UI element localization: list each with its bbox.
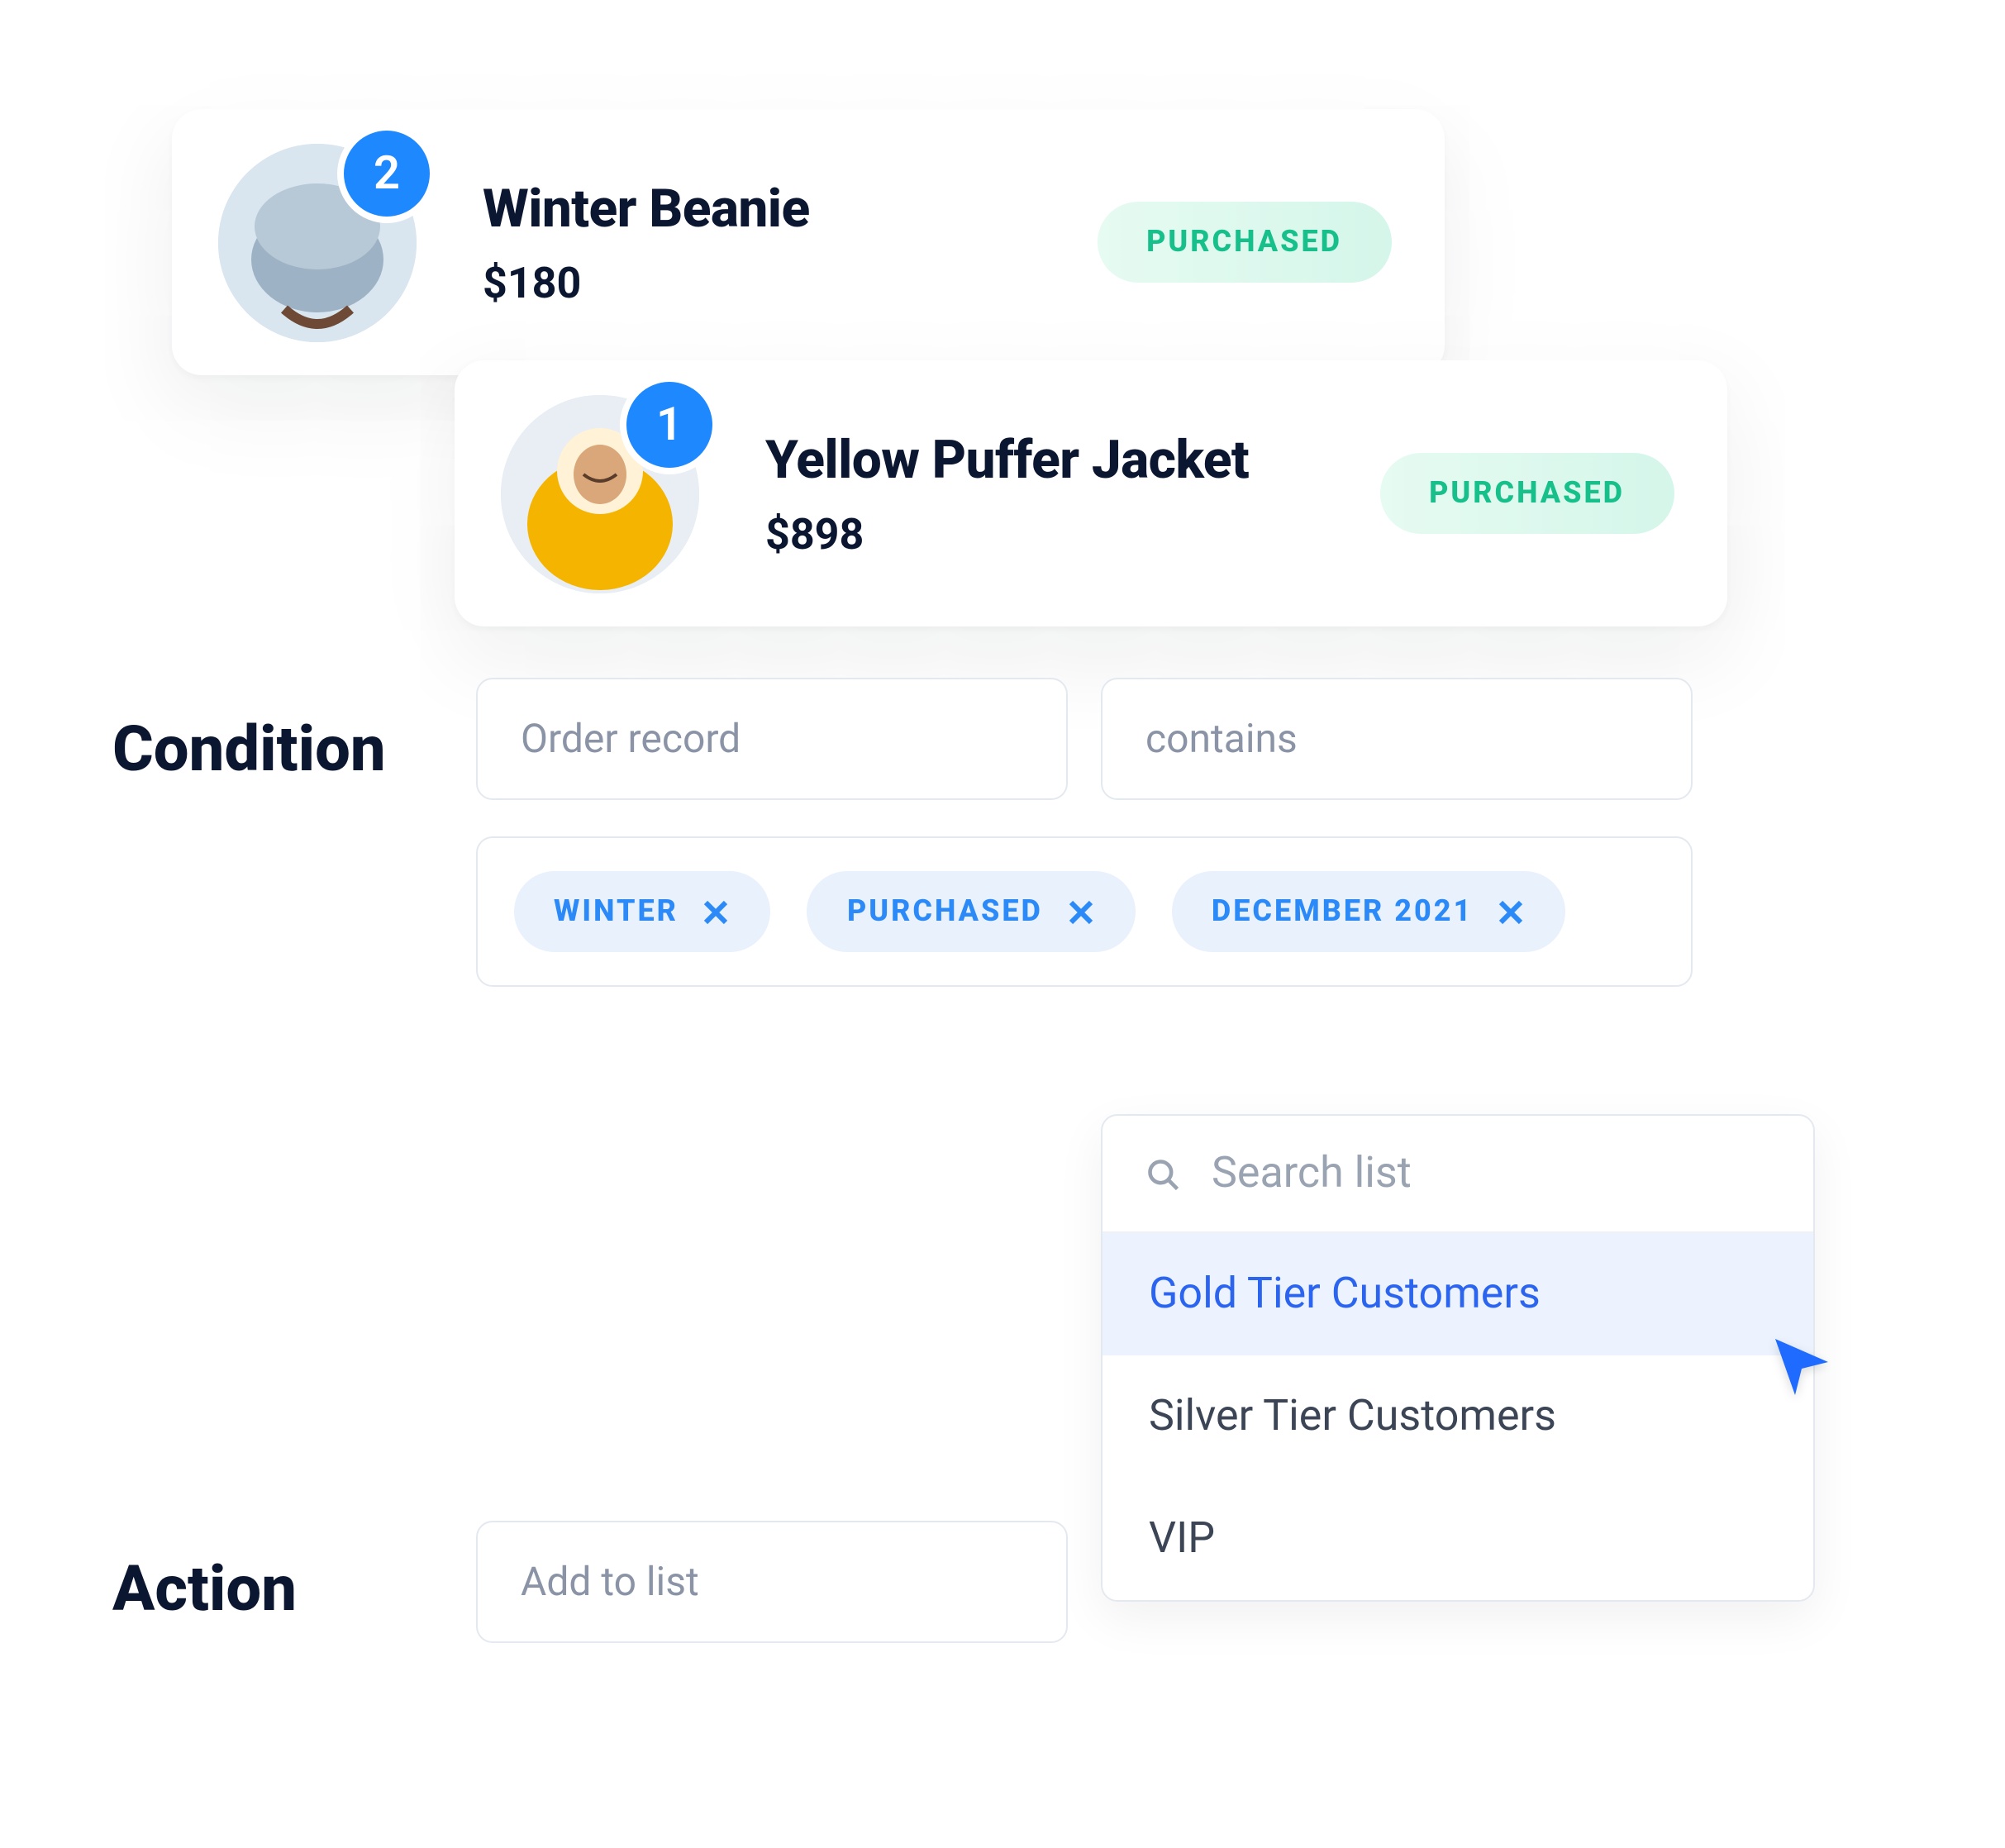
select-value: Order record <box>521 716 741 762</box>
list-dropdown[interactable]: Search list Gold Tier Customers Silver T… <box>1101 1114 1815 1602</box>
tag-label: DECEMBER 2021 <box>1212 894 1473 929</box>
filter-tag-purchased[interactable]: PURCHASED <box>807 871 1136 952</box>
product-price: $898 <box>765 510 1379 560</box>
product-meta: Winter Beanie $180 <box>483 176 1097 308</box>
product-card: 2 Winter Beanie $180 PURCHASED <box>172 109 1445 375</box>
select-value: Add to list <box>521 1559 699 1605</box>
status-badge: PURCHASED <box>1097 202 1392 283</box>
filter-tag-december-2021[interactable]: DECEMBER 2021 <box>1172 871 1565 952</box>
tag-label: WINTER <box>554 894 679 929</box>
search-placeholder: Search list <box>1212 1149 1412 1198</box>
status-badge: PURCHASED <box>1379 453 1674 534</box>
product-title: Winter Beanie <box>483 176 1097 239</box>
close-icon[interactable] <box>1496 897 1526 926</box>
cursor-pointer-icon <box>1769 1332 1835 1398</box>
action-label: Action <box>112 1554 297 1627</box>
condition-operator-select[interactable]: contains <box>1101 678 1693 800</box>
tag-label: PURCHASED <box>847 894 1043 929</box>
product-title: Yellow Puffer Jacket <box>765 427 1379 490</box>
condition-tags-container[interactable]: WINTER PURCHASED DECEMBER 2021 <box>476 836 1693 987</box>
search-icon <box>1145 1155 1182 1192</box>
action-select[interactable]: Add to list <box>476 1521 1068 1643</box>
product-avatar-wrap: 1 <box>501 394 699 593</box>
product-meta: Yellow Puffer Jacket $898 <box>765 427 1379 560</box>
dropdown-item-gold-tier[interactable]: Gold Tier Customers <box>1103 1233 1813 1355</box>
product-count-badge: 2 <box>344 130 430 216</box>
dropdown-search-row[interactable]: Search list <box>1103 1116 1813 1233</box>
product-price: $180 <box>483 259 1097 308</box>
condition-field-select[interactable]: Order record <box>476 678 1068 800</box>
product-count-badge: 1 <box>626 381 712 467</box>
close-icon[interactable] <box>702 897 731 926</box>
product-avatar-wrap: 2 <box>218 143 417 341</box>
dropdown-item-vip[interactable]: VIP <box>1103 1478 1813 1600</box>
product-card: 1 Yellow Puffer Jacket $898 PURCHASED <box>455 360 1727 626</box>
condition-label: Condition <box>112 714 386 787</box>
dropdown-item-silver-tier[interactable]: Silver Tier Customers <box>1103 1355 1813 1478</box>
select-value: contains <box>1145 716 1298 762</box>
close-icon[interactable] <box>1066 897 1096 926</box>
filter-tag-winter[interactable]: WINTER <box>514 871 771 952</box>
